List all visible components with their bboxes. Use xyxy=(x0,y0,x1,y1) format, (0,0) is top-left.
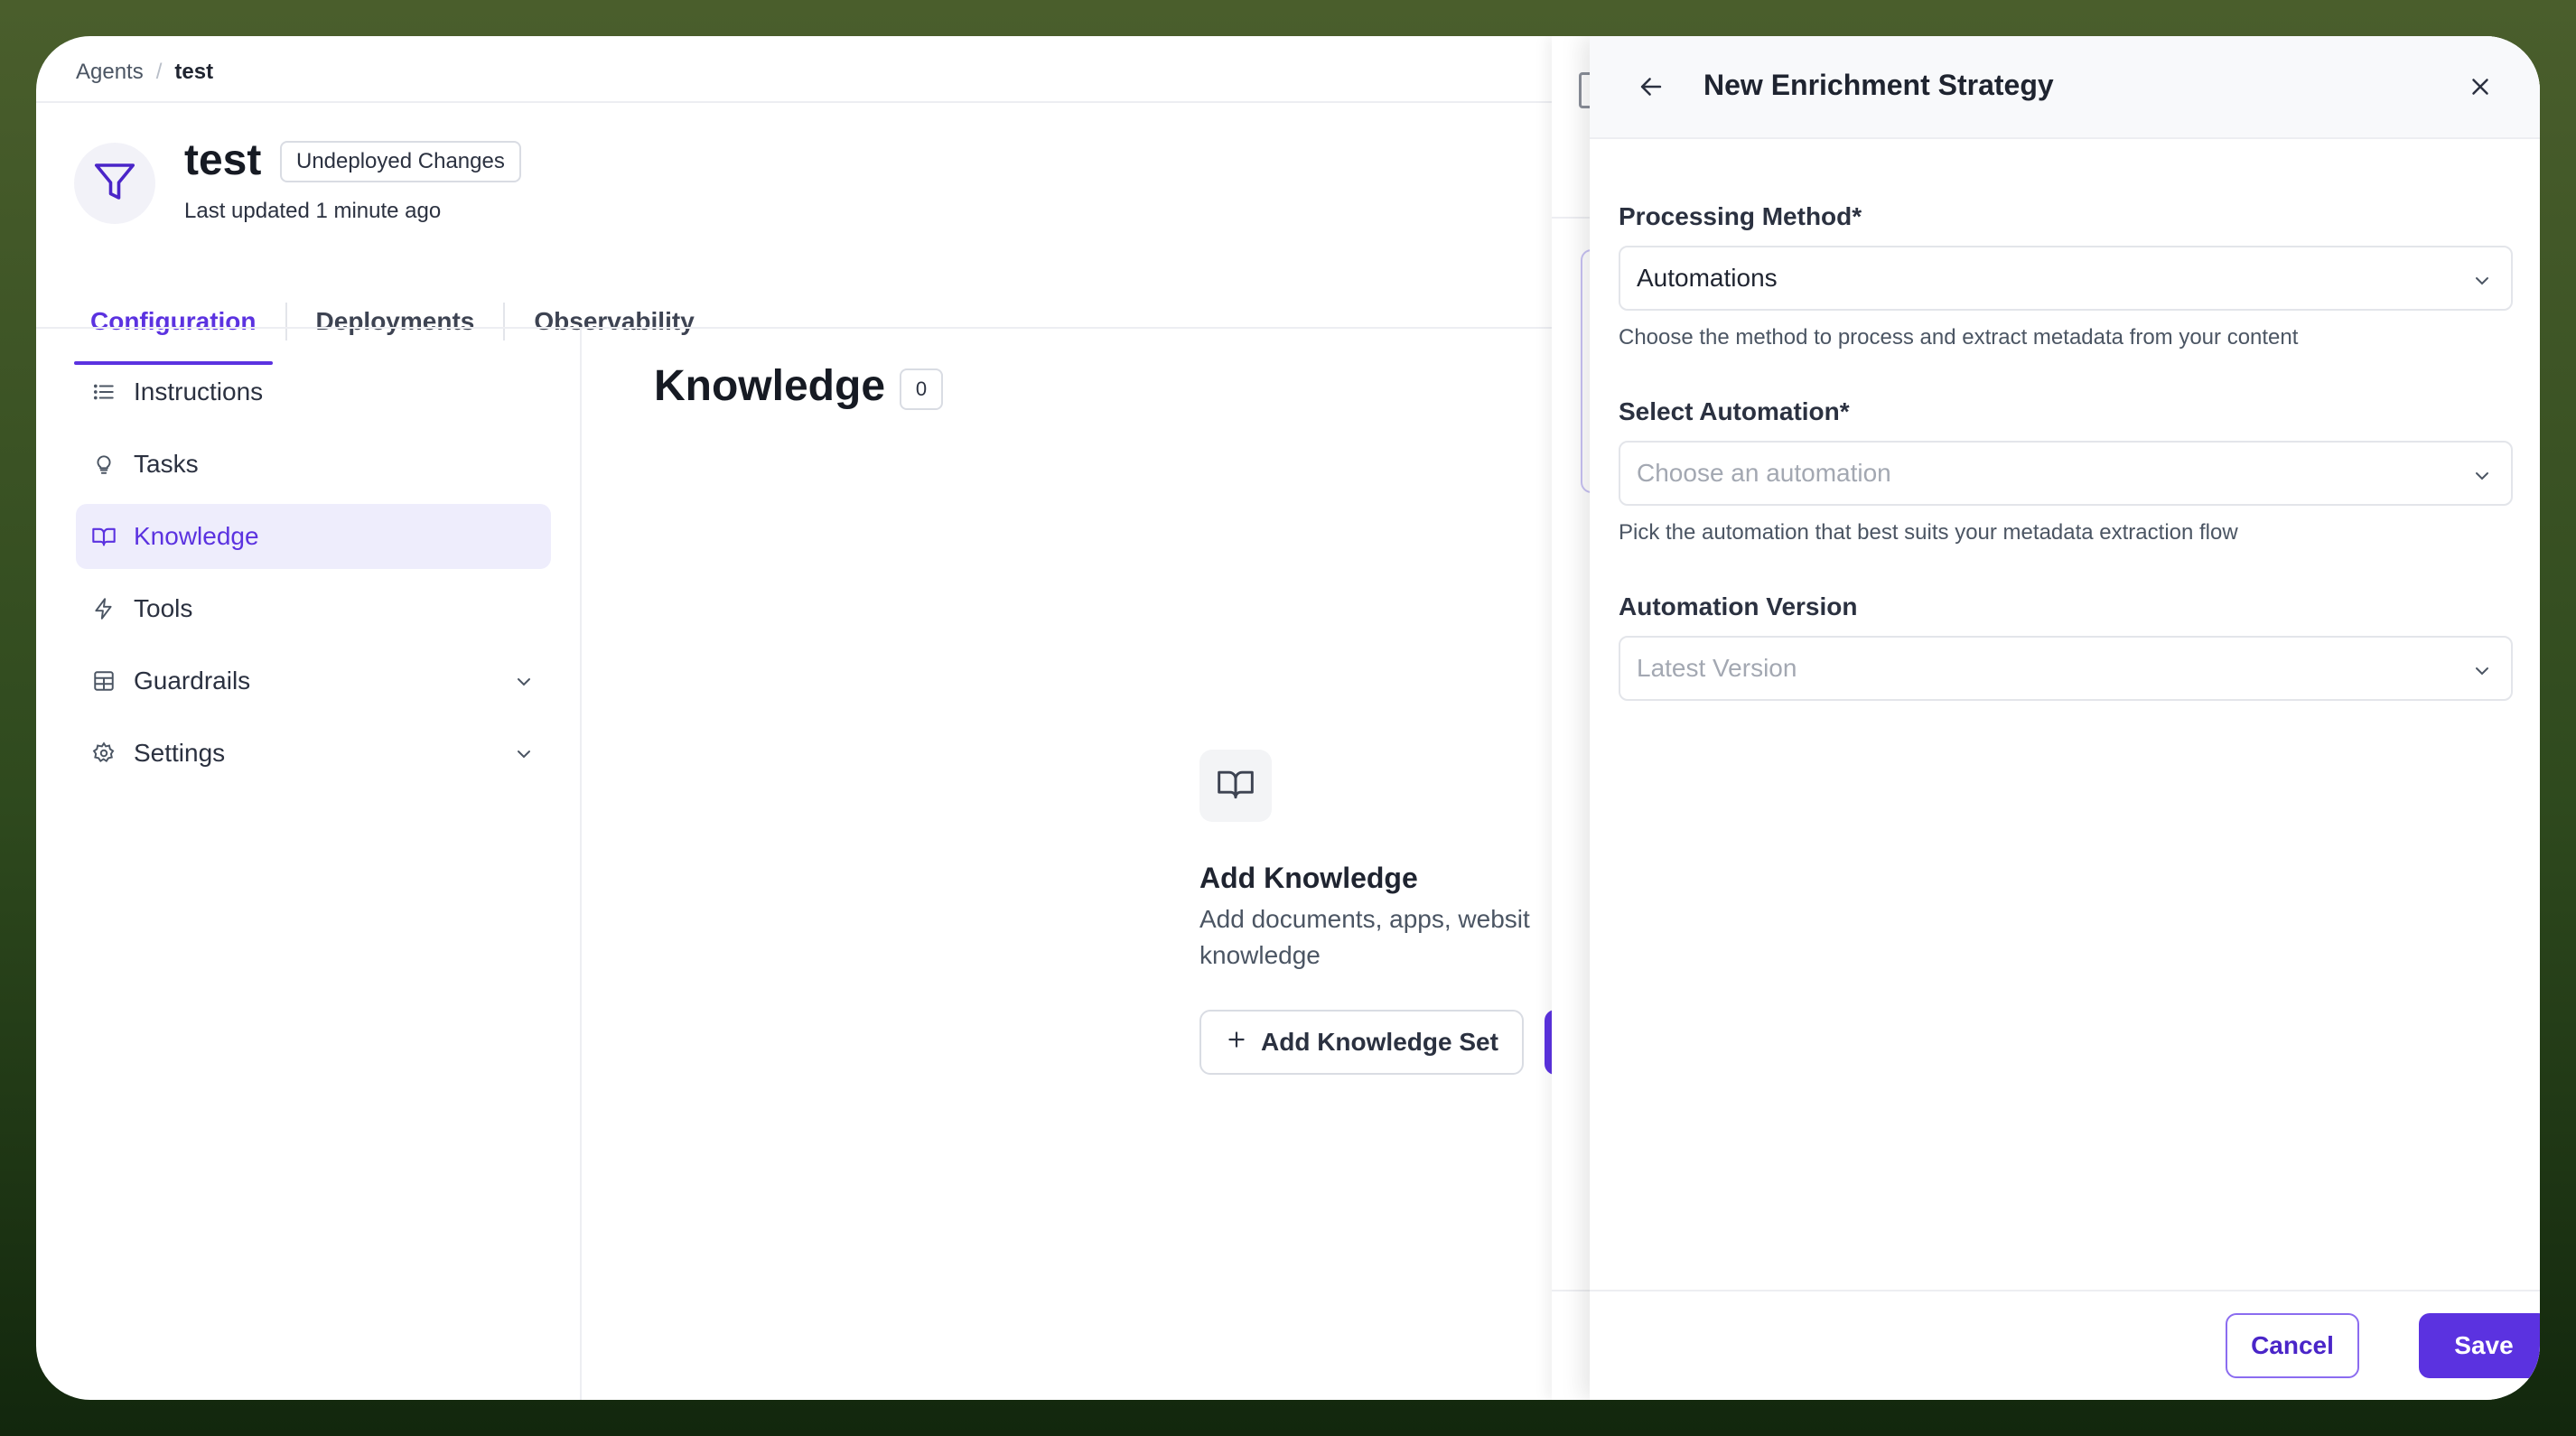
processing-method-value: Automations xyxy=(1637,264,1778,292)
select-automation-label: Select Automation* xyxy=(1619,397,1850,425)
processing-method-select[interactable]: Automations xyxy=(1619,246,2513,311)
breadcrumb-current: test xyxy=(174,60,214,84)
lightbulb-icon xyxy=(90,451,117,478)
count-badge: 0 xyxy=(900,368,943,410)
agent-avatar xyxy=(74,143,155,224)
add-knowledge-set-button[interactable]: Add Knowledge Set xyxy=(1199,1010,1524,1075)
lightning-icon xyxy=(90,595,117,622)
sidebar-item-knowledge[interactable]: Knowledge xyxy=(76,504,551,569)
automation-version-select[interactable]: Latest Version xyxy=(1619,636,2513,701)
last-updated-text: Last updated 1 minute ago xyxy=(184,199,442,223)
save-button[interactable]: Save xyxy=(2419,1313,2540,1378)
divider xyxy=(36,101,1572,103)
select-automation-placeholder: Choose an automation xyxy=(1637,459,1891,487)
sidebar-item-instructions[interactable]: Instructions xyxy=(76,359,551,424)
empty-state-icon-container xyxy=(1199,750,1272,822)
sidebar-item-label: Settings xyxy=(134,739,226,767)
drawer-title: New Enrichment Strategy xyxy=(1703,69,2054,101)
plus-icon xyxy=(1225,1028,1248,1058)
sidebar-item-label: Instructions xyxy=(134,378,264,406)
chevron-down-icon xyxy=(2471,464,2493,493)
select-automation-helper: Pick the automation that best suits your… xyxy=(1619,520,2238,545)
book-icon xyxy=(1216,764,1255,808)
funnel-icon xyxy=(90,157,139,210)
sidebar-item-label: Tasks xyxy=(134,450,199,478)
arrow-left-icon xyxy=(1636,71,1666,107)
table-icon xyxy=(90,667,117,695)
sidebar-item-guardrails[interactable]: Guardrails xyxy=(76,648,551,713)
drawer-footer: Cancel Save xyxy=(1590,1290,2540,1400)
status-badge: Undeployed Changes xyxy=(280,141,521,182)
empty-state-title: Add Knowledge xyxy=(1199,862,1418,894)
sidebar-item-label: Guardrails xyxy=(134,667,251,695)
breadcrumb-agents-link[interactable]: Agents xyxy=(76,60,144,85)
enrichment-strategy-drawer: New Enrichment Strategy Processing Metho… xyxy=(1590,36,2540,1400)
chevron-down-icon[interactable] xyxy=(513,742,535,771)
close-button[interactable] xyxy=(2460,69,2500,108)
sidebar-item-label: Tools xyxy=(134,594,193,622)
app-window: Agents / test test Undeployed Changes La… xyxy=(36,36,2540,1400)
sidebar-item-label: Knowledge xyxy=(134,522,259,550)
gear-icon xyxy=(90,740,117,767)
sidebar-item-tools[interactable]: Tools xyxy=(76,576,551,641)
sidebar: Instructions Tasks Knowledge Tools Guard… xyxy=(36,329,582,1400)
add-knowledge-set-label: Add Knowledge Set xyxy=(1261,1028,1498,1056)
agent-name: test xyxy=(184,136,262,184)
select-automation-select[interactable]: Choose an automation xyxy=(1619,441,2513,506)
chevron-down-icon xyxy=(2471,269,2493,298)
automation-version-label: Automation Version xyxy=(1619,592,1858,620)
close-icon xyxy=(2467,73,2494,105)
cancel-button[interactable]: Cancel xyxy=(2226,1313,2359,1378)
back-button[interactable] xyxy=(1631,69,1671,108)
book-icon xyxy=(90,523,117,550)
list-icon xyxy=(90,378,117,406)
breadcrumb: Agents / test xyxy=(76,56,213,89)
chevron-down-icon[interactable] xyxy=(513,670,535,699)
empty-state-description-line: Add documents, apps, websit xyxy=(1199,905,1530,933)
drawer-header: New Enrichment Strategy xyxy=(1590,36,2540,139)
page-title: Knowledge xyxy=(654,362,886,410)
empty-state-description-line: knowledge xyxy=(1199,941,1321,969)
chevron-down-icon xyxy=(2471,659,2493,688)
sidebar-item-settings[interactable]: Settings xyxy=(76,721,551,786)
sidebar-item-tasks[interactable]: Tasks xyxy=(76,432,551,497)
processing-method-helper: Choose the method to process and extract… xyxy=(1619,325,2299,350)
processing-method-label: Processing Method* xyxy=(1619,202,1862,230)
breadcrumb-separator: / xyxy=(155,60,163,84)
empty-state-description: Add documents, apps, websit knowledge xyxy=(1199,901,1579,974)
automation-version-placeholder: Latest Version xyxy=(1637,654,1797,682)
